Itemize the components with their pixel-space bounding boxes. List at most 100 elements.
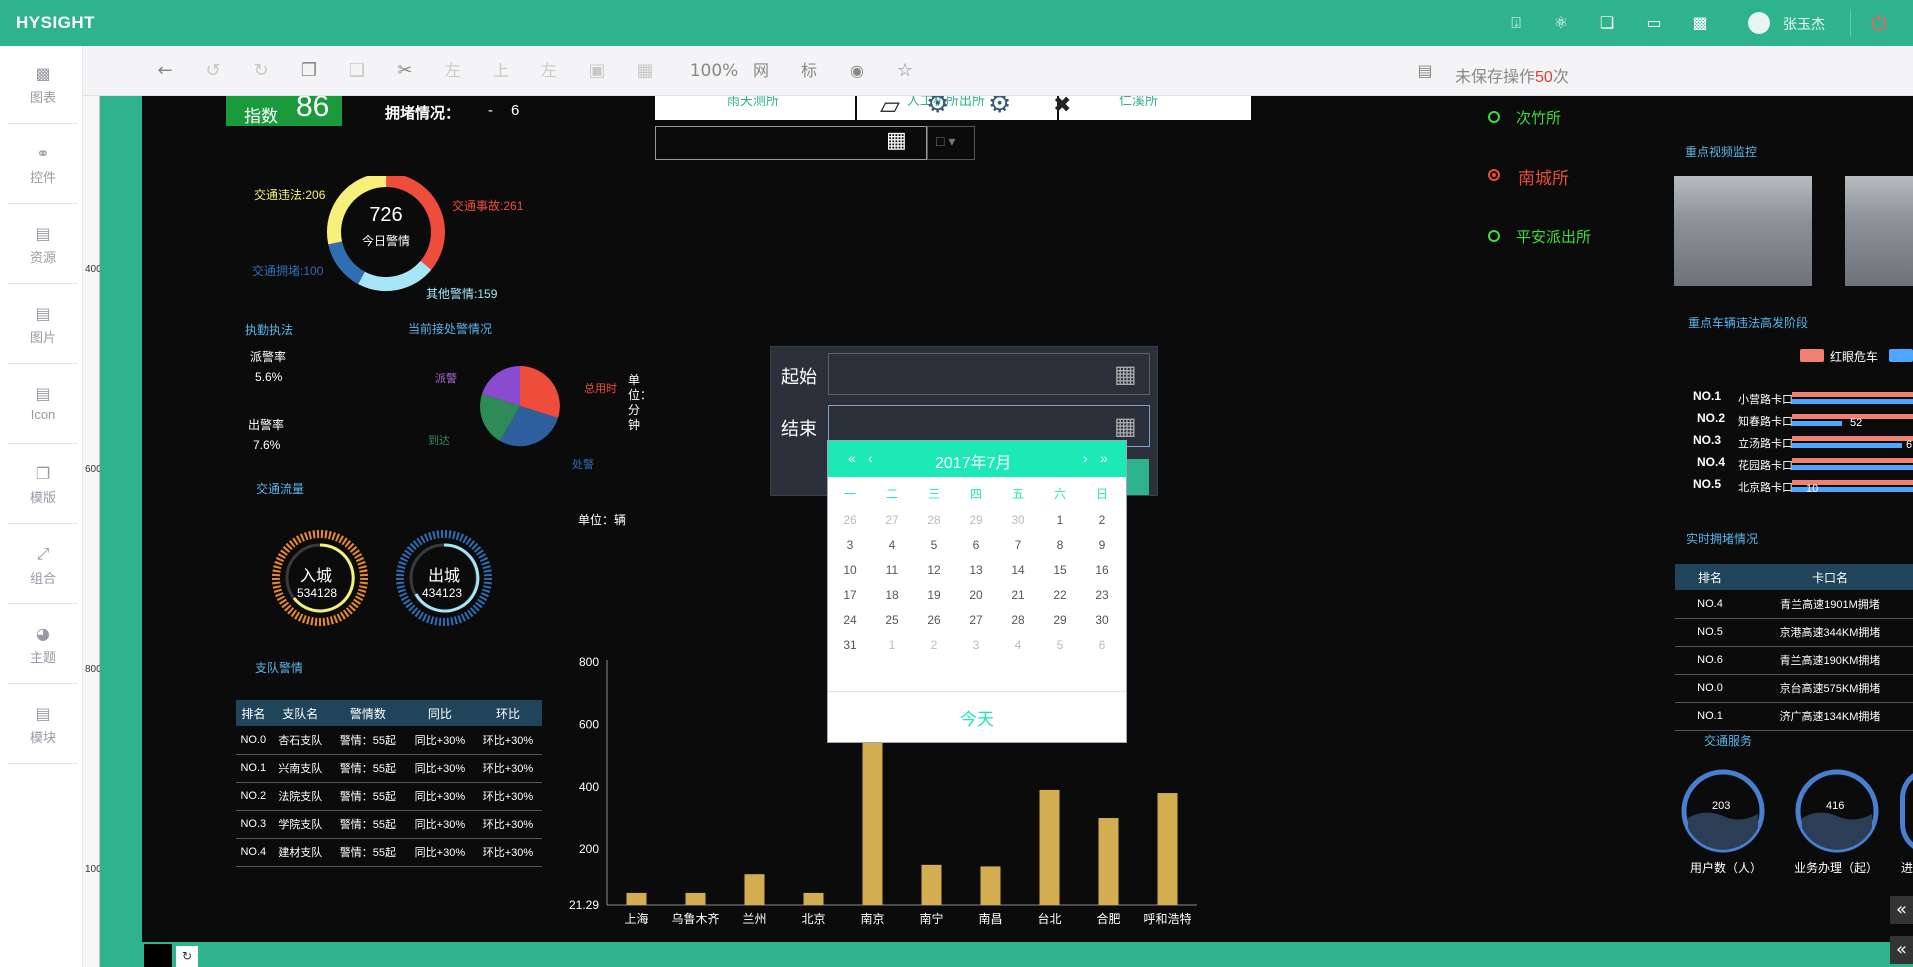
video-thumbnail[interactable]	[1674, 176, 1812, 286]
video-thumbnail[interactable]	[1845, 176, 1913, 286]
sidebar-item-chart[interactable]: ▩ 图表	[8, 46, 78, 124]
calendar-day[interactable]: 20	[961, 588, 991, 602]
power-icon[interactable]: ⏻	[1868, 13, 1890, 33]
calendar-day[interactable]: 17	[835, 588, 865, 602]
calendar-grid[interactable]: 26 27 28 29 30 1 2 3 4 5 6 7 8 9 10 11 12 13 14 15 16 17 18 19 2…	[828, 507, 1126, 687]
calendar-day[interactable]: 28	[919, 513, 949, 527]
calendar-day[interactable]: 4	[877, 538, 907, 552]
calendar-day[interactable]: 12	[919, 563, 949, 577]
fit-icon[interactable]: ▣	[582, 58, 612, 84]
calendar-day[interactable]: 22	[1045, 588, 1075, 602]
start-date-input[interactable]: ▦	[828, 353, 1150, 395]
collapse-icon[interactable]: «	[1890, 936, 1913, 964]
calendar-day[interactable]: 25	[877, 613, 907, 627]
cut-icon[interactable]: ✂	[390, 58, 420, 84]
collapse-icon[interactable]: «	[1890, 896, 1913, 924]
calendar-day[interactable]: 1	[877, 638, 907, 652]
close-icon[interactable]: ✖	[1053, 96, 1071, 118]
next-year-button[interactable]: »	[1100, 450, 1108, 466]
calendar-day[interactable]: 7	[1003, 538, 1033, 552]
redo-icon[interactable]: ↻	[246, 58, 276, 84]
calendar-day[interactable]: 29	[961, 513, 991, 527]
calendar-day[interactable]: 6	[961, 538, 991, 552]
user-name[interactable]: 张玉杰	[1783, 14, 1825, 34]
calendar-day[interactable]: 13	[961, 563, 991, 577]
calendar-day[interactable]: 2	[1087, 513, 1117, 527]
calendar-day[interactable]: 9	[1087, 538, 1117, 552]
calendar-day[interactable]: 4	[1003, 638, 1033, 652]
calendar-day[interactable]: 23	[1087, 588, 1117, 602]
rotate-icon[interactable]: ↻	[176, 946, 198, 967]
gear-icon[interactable]: ⚙	[926, 96, 949, 119]
bars-icon[interactable]: ▩	[1689, 13, 1711, 33]
calendar-day[interactable]: 28	[1003, 613, 1033, 627]
undo-icon[interactable]: ↺	[198, 58, 228, 84]
frame-icon[interactable]: ▦	[630, 58, 660, 84]
calendar-day[interactable]: 26	[835, 513, 865, 527]
calendar-day[interactable]: 3	[835, 538, 865, 552]
puzzle-icon[interactable]: ❏	[1596, 13, 1618, 33]
sidebar-item-template[interactable]: ❐ 模版	[8, 446, 78, 524]
calendar-day[interactable]: 8	[1045, 538, 1075, 552]
copy-icon[interactable]: ❐	[294, 58, 324, 84]
calendar-day[interactable]: 18	[877, 588, 907, 602]
calendar-day[interactable]: 30	[1087, 613, 1117, 627]
atom-icon[interactable]: ⚛	[1550, 13, 1572, 33]
calendar-popup[interactable]: « ‹ 2017年7月 › » 一 二 三 四 五 六 日 26 27 28 29 30…	[827, 440, 1127, 743]
sidebar-item-control[interactable]: ⚭ 控件	[8, 126, 78, 204]
calendar-day[interactable]: 30	[1003, 513, 1033, 527]
date-input-top[interactable]: ▦	[655, 126, 927, 160]
prev-month-button[interactable]: ‹	[868, 450, 873, 466]
calendar-day[interactable]: 27	[877, 513, 907, 527]
back-arrow-icon[interactable]: ←	[150, 58, 180, 84]
vertical-ruler[interactable]: 400 600 800 1000	[83, 96, 107, 967]
calendar-day[interactable]: 19	[919, 588, 949, 602]
calendar-day[interactable]: 16	[1087, 563, 1117, 577]
align-top-button[interactable]: 上	[486, 58, 516, 84]
today-button[interactable]: 今天	[960, 705, 994, 730]
station-item-active[interactable]: 南城所	[1518, 164, 1569, 189]
calendar-day[interactable]: 6	[1087, 638, 1117, 652]
calendar-day[interactable]: 2	[919, 638, 949, 652]
grid-button[interactable]: 网	[746, 58, 776, 84]
calendar-day[interactable]: 15	[1045, 563, 1075, 577]
gear-icon-2[interactable]: ⚙	[988, 96, 1011, 119]
sidebar-item-combine[interactable]: ⤢ 组合	[8, 526, 78, 604]
calendar-day[interactable]: 29	[1045, 613, 1075, 627]
calendar-day[interactable]: 24	[835, 613, 865, 627]
paste-icon[interactable]: ❑	[342, 58, 372, 84]
prev-year-button[interactable]: «	[848, 450, 856, 466]
ruler-button[interactable]: 标	[794, 58, 824, 84]
calendar-day[interactable]: 10	[835, 563, 865, 577]
calendar-day[interactable]: 27	[961, 613, 991, 627]
calendar-day[interactable]: 14	[1003, 563, 1033, 577]
calendar-day[interactable]: 31	[835, 638, 865, 652]
sidebar-item-theme[interactable]: ◕ 主题	[8, 606, 78, 684]
screen-icon[interactable]: ▭	[1643, 13, 1665, 33]
next-month-button[interactable]: ›	[1083, 450, 1088, 466]
align-left-button[interactable]: 左	[438, 58, 468, 84]
save-icon[interactable]: ▤	[1413, 58, 1437, 84]
calendar-day[interactable]: 26	[919, 613, 949, 627]
calendar-day[interactable]: 5	[1045, 638, 1075, 652]
unit-select[interactable]: □ ▾	[927, 126, 975, 160]
zoom-level[interactable]: 100%	[687, 58, 741, 84]
sidebar-item-image[interactable]: ▤ 图片	[8, 286, 78, 364]
preview-eye-icon[interactable]: ◉	[842, 58, 872, 84]
sidebar-item-icon[interactable]: ▤ Icon	[8, 366, 78, 444]
cube-icon[interactable]: ▱	[880, 96, 900, 121]
calendar-day[interactable]: 1	[1045, 513, 1075, 527]
station-item[interactable]: 平安派出所	[1516, 226, 1591, 247]
star-icon[interactable]: ☆	[890, 58, 920, 84]
station-item[interactable]: 次竹所	[1516, 107, 1561, 128]
sidebar-item-module[interactable]: ▤ 模块	[8, 686, 78, 764]
monitor-chart-icon[interactable]: ⍗	[1505, 13, 1527, 33]
calendar-month-title[interactable]: 2017年7月	[935, 449, 1012, 473]
calendar-day[interactable]: 5	[919, 538, 949, 552]
tab-1[interactable]: 雨天测所	[655, 96, 855, 120]
calendar-day[interactable]: 11	[877, 563, 907, 577]
align-left-2-button[interactable]: 左	[534, 58, 564, 84]
calendar-day[interactable]: 3	[961, 638, 991, 652]
tab-3[interactable]: 仁溪所	[1059, 96, 1251, 120]
calendar-day[interactable]: 21	[1003, 588, 1033, 602]
